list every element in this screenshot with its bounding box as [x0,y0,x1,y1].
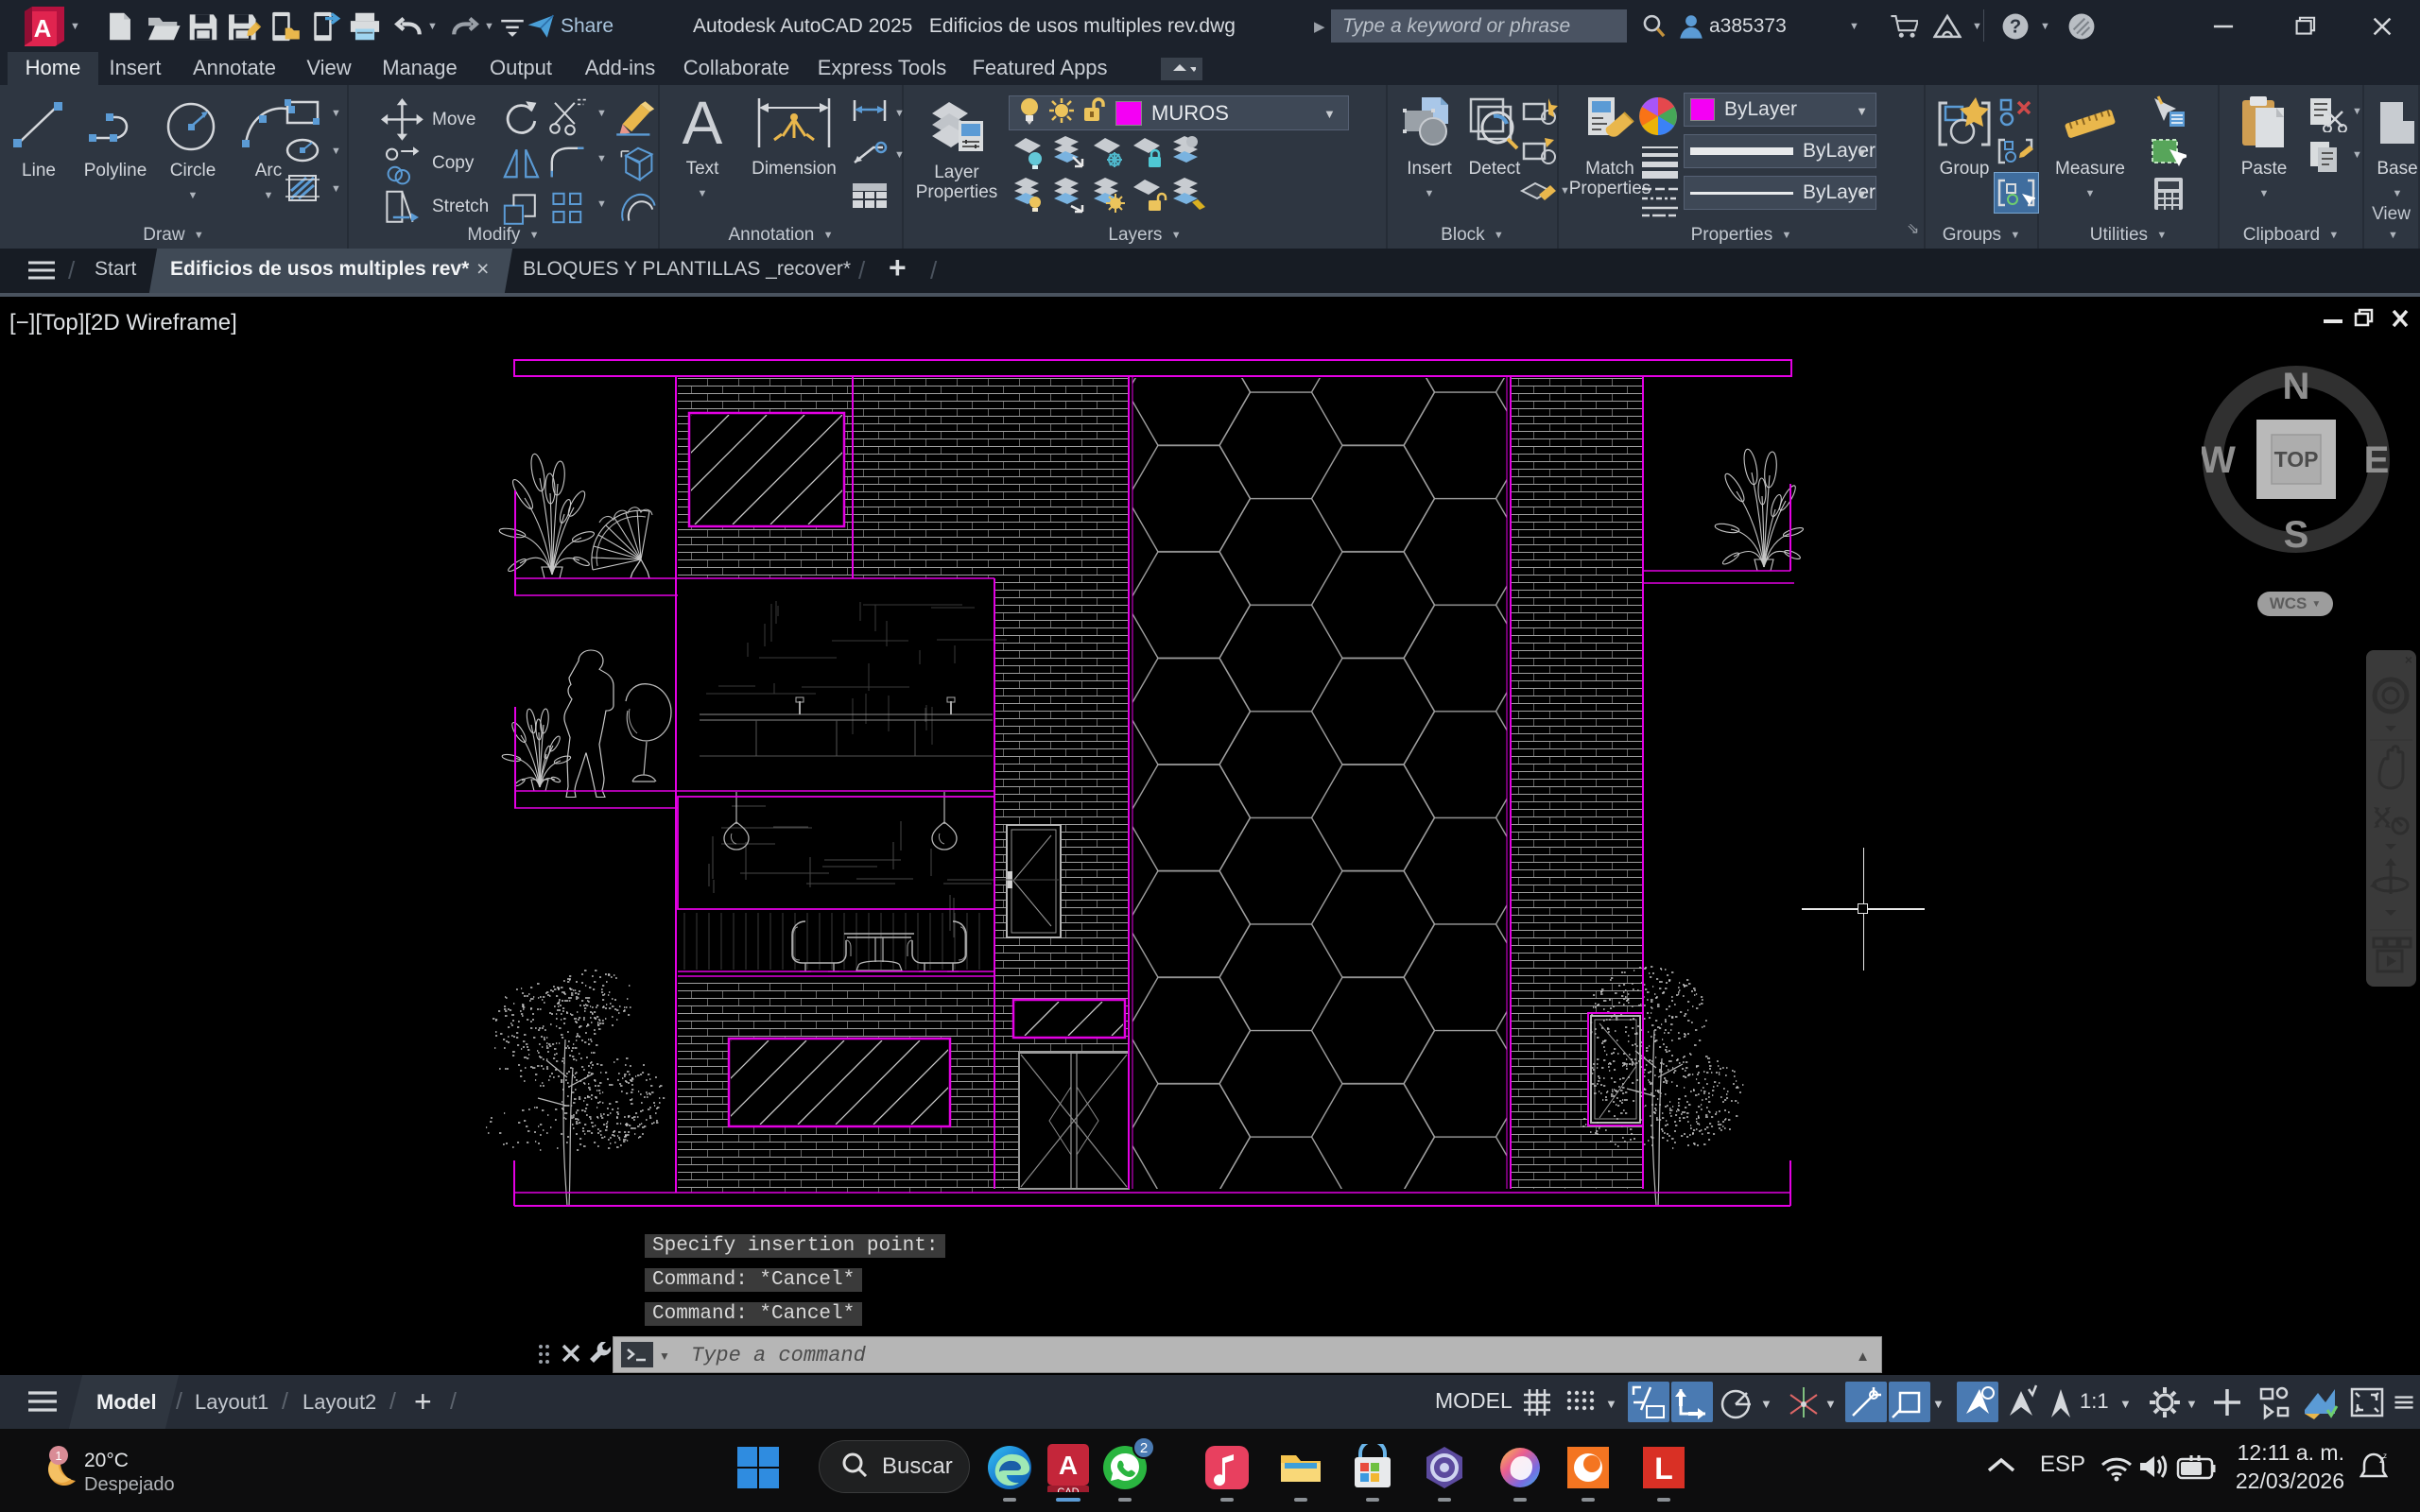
svg-text:A: A [683,91,723,155]
svg-text:A: A [1059,1451,1078,1480]
svg-text:N: N [2283,366,2310,407]
svg-text:CAD: CAD [1057,1486,1079,1492]
svg-text:S: S [2284,514,2309,554]
svg-text:W: W [2202,439,2236,481]
svg-text:E: E [2364,439,2390,481]
svg-text:A: A [34,14,52,43]
svg-text:L: L [1654,1452,1673,1486]
svg-text:TOP: TOP [2274,447,2319,472]
svg-text:?: ? [2010,17,2021,38]
svg-text:z: z [2383,1452,2387,1460]
